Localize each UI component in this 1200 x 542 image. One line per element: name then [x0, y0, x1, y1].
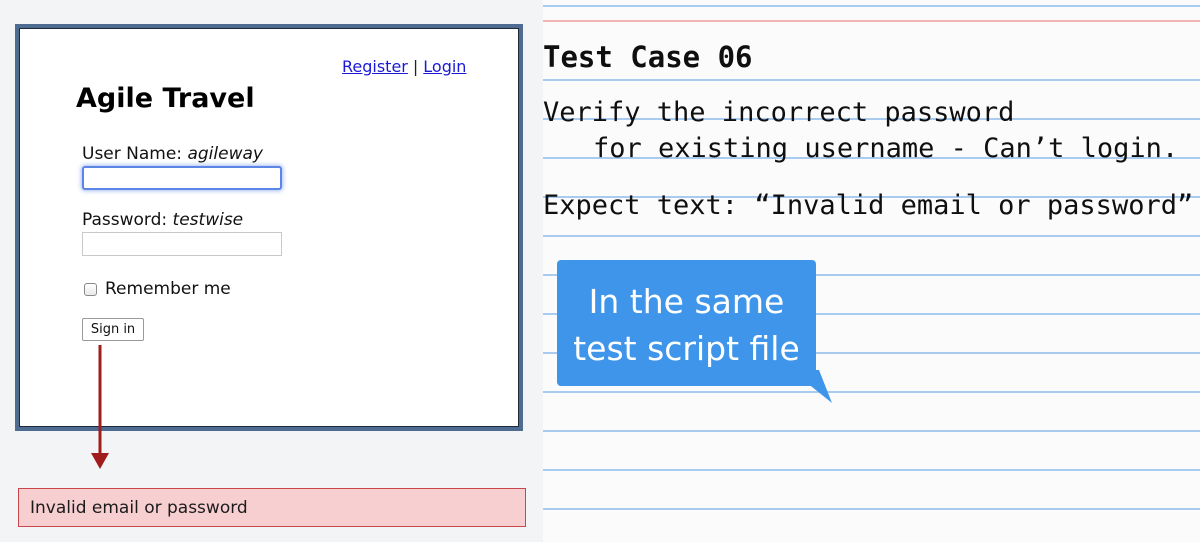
password-input[interactable]	[82, 232, 282, 256]
nav-separator: |	[412, 57, 419, 76]
error-message-banner: Invalid email or password	[18, 488, 526, 527]
password-label: Password: testwise	[82, 210, 243, 230]
callout-line-1: In the same	[588, 282, 785, 321]
callout-line-2: test script file	[573, 329, 800, 368]
notepad-panel: Test Case 06 Verify the incorrect passwo…	[543, 0, 1200, 542]
note-line-2: for existing username - Can’t login.	[593, 133, 1179, 164]
password-hint: testwise	[172, 210, 244, 230]
down-arrow-icon	[91, 345, 109, 469]
top-nav-links: Register | Login	[342, 57, 466, 76]
username-label: User Name: agileway	[82, 144, 263, 164]
remember-me-checkbox[interactable]	[84, 282, 97, 296]
sign-in-button[interactable]: Sign in	[82, 318, 144, 341]
username-label-text: User Name:	[82, 144, 183, 164]
remember-me-row[interactable]: Remember me	[84, 278, 231, 300]
site-title: Agile Travel	[76, 83, 255, 114]
register-link[interactable]: Register	[342, 57, 408, 76]
remember-me-label: Remember me	[105, 279, 231, 299]
username-hint: agileway	[187, 144, 263, 164]
note-line-1: Verify the incorrect password	[543, 97, 1015, 128]
test-case-title: Test Case 06	[543, 40, 753, 74]
username-input[interactable]	[82, 166, 282, 190]
password-label-text: Password:	[82, 210, 168, 230]
callout-bubble: In the same test script file	[557, 260, 816, 386]
login-link[interactable]: Login	[423, 57, 466, 76]
note-line-3: Expect text: “Invalid email or password”	[543, 190, 1194, 221]
browser-pane: Register | Login Agile Travel User Name: a…	[0, 0, 543, 542]
callout-tail	[791, 370, 832, 403]
